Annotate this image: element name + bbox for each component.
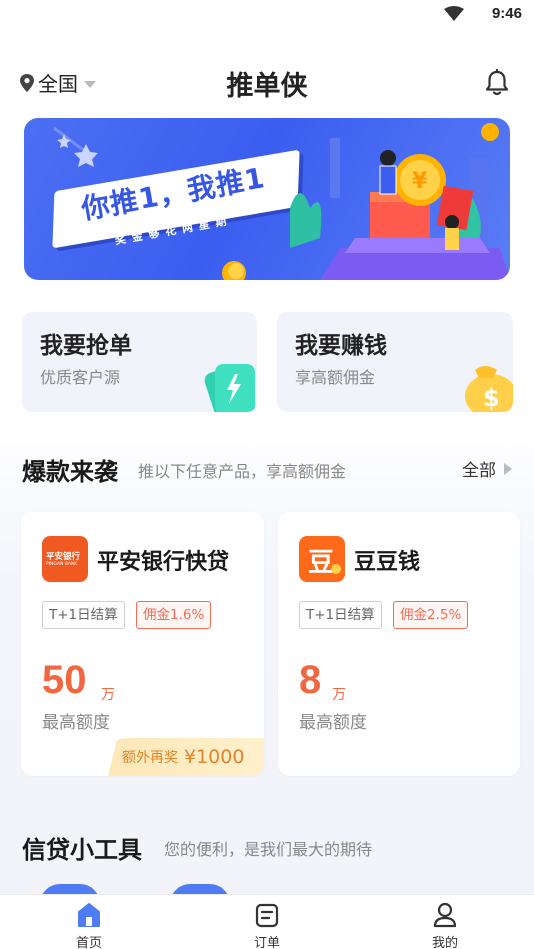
grab-order-card[interactable]: 我要抢单 优质客户源 [22,312,257,412]
nav-home-label: 首页 [75,936,102,949]
product-card-pingan[interactable]: 平安银行 PINGAN BANK 平安银行快贷 T+1日结算 佣金1.6% 50… [21,512,264,776]
page-title: 推单侠 [226,71,308,102]
nav-profile-label: 我的 [431,936,458,949]
status-bar: 9:46 [0,0,534,30]
bell-icon[interactable] [484,69,510,97]
nav-profile[interactable]: 我的 [385,895,505,949]
tools-desc: 您的便利，是我们最大的期待 [164,840,373,859]
nav-orders[interactable]: 订单 [207,895,327,949]
max-amount: 8 [299,658,322,702]
earn-money-subtitle: 享高额佣金 [295,368,376,387]
settlement-tag: T+1日结算 [42,601,125,629]
nav-home[interactable]: 首页 [29,895,149,949]
hot-products-title: 爆款来袭 [22,458,118,486]
lightning-card-icon [204,364,256,412]
max-amount-label: 最高额度 [299,713,367,733]
grab-order-title: 我要抢单 [40,333,132,359]
status-time: 9:46 [491,5,522,22]
product-card-doudouqian[interactable]: 豆 豆豆钱 T+1日结算 佣金2.5% 8 万 最高额度 [278,512,520,776]
extra-bonus-badge: 额外再奖 ¥1000 [108,738,264,776]
earn-money-card[interactable]: 我要赚钱 享高额佣金 $ [277,312,513,412]
promo-banner[interactable]: 你推1，我推1 奖金够花两星期 ¥ [24,118,510,280]
commission-tag: 佣金1.6% [136,601,212,629]
bonus-label: 额外再奖 [122,750,178,766]
max-amount-label: 最高额度 [42,713,110,733]
bottom-navigation: 首页 订单 我的 [0,894,534,949]
chevron-right-icon [504,462,512,475]
home-icon [78,903,100,927]
earn-money-title: 我要赚钱 [295,333,387,359]
view-all-label: 全部 [462,461,496,481]
banner-illustration: ¥ [290,123,510,280]
pingan-bank-logo: 平安银行 PINGAN BANK [42,536,88,582]
app-header: 全国 推单侠 [0,56,534,106]
settlement-tag: T+1日结算 [299,601,382,629]
amount-unit: 万 [332,687,346,703]
commission-tag: 佣金2.5% [393,601,469,629]
view-all-link[interactable]: 全部 [462,456,512,481]
order-icon [255,903,279,928]
amount-unit: 万 [101,687,115,703]
hot-products-header: 爆款来袭 推以下任意产品，享高额佣金 全部 [22,452,512,492]
doudouqian-logo: 豆 [299,536,345,582]
nav-orders-label: 订单 [253,936,280,949]
money-bag-icon: $ [465,366,513,412]
svg-text:¥: ¥ [412,169,428,194]
svg-text:$: $ [483,384,500,412]
bonus-value: ¥1000 [184,746,245,768]
grab-order-subtitle: 优质客户源 [40,368,121,387]
tools-title: 信贷小工具 [22,836,142,864]
max-amount: 50 [42,658,87,702]
tools-header: 信贷小工具 您的便利，是我们最大的期待 [22,830,512,870]
hot-products-desc: 推以下任意产品，享高额佣金 [138,462,347,481]
product-name: 豆豆钱 [354,550,421,575]
profile-icon [433,902,457,928]
wifi-icon [444,6,464,21]
product-name: 平安银行快贷 [97,550,230,575]
